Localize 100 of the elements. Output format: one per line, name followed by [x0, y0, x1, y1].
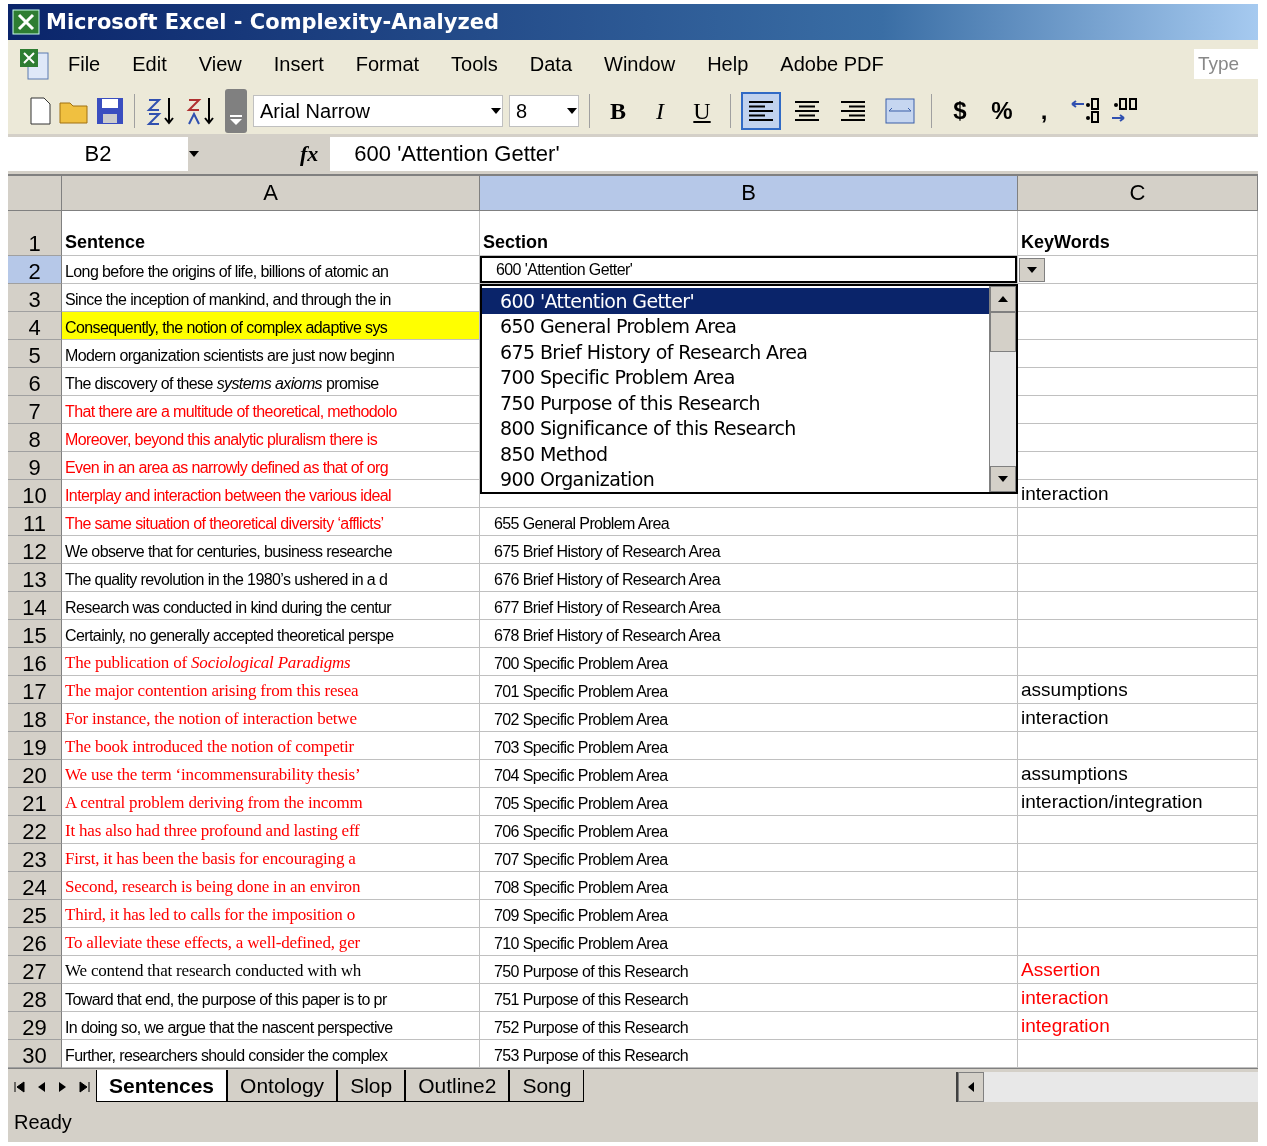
sheet-tab[interactable]: Ontology [227, 1070, 338, 1102]
sheet-tab[interactable]: Sentences [96, 1070, 228, 1102]
menu-item[interactable]: Insert [257, 52, 340, 76]
number-format-button[interactable]: , [1026, 92, 1062, 130]
format-button[interactable]: U [684, 92, 720, 130]
sheet-tab[interactable]: Slop [337, 1070, 406, 1102]
dropdown-option[interactable]: 600 'Attention Getter' [482, 288, 989, 314]
row-header[interactable]: 23 [8, 844, 62, 872]
format-button[interactable]: B [600, 92, 636, 130]
table-cell: Assertion [1018, 956, 1258, 984]
format-button[interactable]: I [642, 92, 678, 130]
spreadsheet-document-icon [18, 47, 52, 81]
table-cell: KeyWords [1018, 211, 1258, 256]
cell-text: Toward that end, the purpose of this paper is to pr [65, 991, 387, 1009]
cell-editor[interactable]: 600 'Attention Getter' [480, 256, 1017, 283]
cell-text: It has also had three profound and lasting eff [65, 821, 360, 841]
column-header[interactable]: A [62, 176, 480, 211]
cell-text: Since the inception of mankind, and through the in [65, 291, 391, 309]
menu-item[interactable]: Format [339, 52, 436, 76]
number-format-button[interactable]: % [984, 92, 1020, 130]
help-search-field[interactable]: Type [1194, 49, 1258, 79]
row-header[interactable]: 5 [8, 340, 62, 368]
merge-center-icon [885, 98, 915, 124]
table-cell: assumptions [1018, 760, 1258, 788]
row-header[interactable]: 13 [8, 564, 62, 592]
cell-text: Certainly, no generally accepted theoretical perspe [65, 627, 394, 645]
row-header[interactable]: 6 [8, 368, 62, 396]
menu-item[interactable]: Edit [116, 52, 183, 76]
row-header[interactable]: 14 [8, 592, 62, 620]
row-header[interactable]: 3 [8, 284, 62, 312]
menu-item[interactable]: View [182, 52, 258, 76]
row-header[interactable]: 30 [8, 1040, 62, 1068]
table-cell: 676 Brief History of Research Area [480, 564, 1018, 592]
toolbar-options-icon[interactable] [225, 89, 247, 133]
row-header[interactable]: 20 [8, 760, 62, 788]
cell-text: To alleviate these effects, a well-defined, ger [65, 933, 360, 953]
name-box[interactable]: B2 [8, 137, 188, 171]
row-header[interactable]: 2 [8, 256, 62, 284]
row-header[interactable]: 27 [8, 956, 62, 984]
row-header[interactable]: 15 [8, 620, 62, 648]
select-all-corner[interactable] [8, 176, 62, 211]
row-header[interactable]: 18 [8, 704, 62, 732]
sheet-tab[interactable]: Outline2 [405, 1070, 510, 1102]
cell-text: The same situation of theoretical diversity ‘afflicts’ [65, 515, 384, 533]
cell-text: Modern organization scientists are just now beginn [65, 347, 395, 365]
cell-text: In doing so, we argue that the nascent perspective [65, 1019, 393, 1037]
menu-item[interactable]: Data [513, 52, 589, 76]
row-header[interactable]: 25 [8, 900, 62, 928]
menu-item[interactable]: File [52, 52, 117, 76]
table-cell: 700 Specific Problem Area [480, 648, 1018, 676]
menu-item[interactable]: Adobe PDF [764, 52, 900, 76]
dropdown-button[interactable] [1019, 258, 1045, 282]
save-icon[interactable] [96, 97, 124, 125]
table-cell: 677 Brief History of Research Area [480, 592, 1018, 620]
row-header[interactable]: 4 [8, 312, 62, 340]
row-header[interactable]: 11 [8, 508, 62, 536]
cell-text: We contend that research conducted with wh [65, 961, 362, 981]
column-header[interactable]: B [480, 176, 1018, 211]
table-cell: 750 Purpose of this Research [480, 956, 1018, 984]
row-header[interactable]: 19 [8, 732, 62, 760]
row-header[interactable]: 21 [8, 788, 62, 816]
new-document-icon[interactable] [28, 97, 52, 125]
row-header[interactable]: 29 [8, 1012, 62, 1040]
menu-item[interactable]: Window [588, 52, 692, 76]
font-name-dropdown[interactable]: Arial Narrow [253, 95, 503, 127]
cell-text: For instance, the notion of interaction betwe [65, 709, 357, 729]
row-header[interactable]: 12 [8, 536, 62, 564]
row-header[interactable]: 17 [8, 676, 62, 704]
table-cell: integration [1018, 1012, 1258, 1040]
caret-icon [566, 106, 578, 116]
menu-item[interactable]: Tools [435, 52, 514, 76]
menu-item[interactable]: Help [691, 52, 765, 76]
number-format-button[interactable]: $ [942, 92, 978, 130]
font-size-dropdown[interactable]: 8 [509, 95, 579, 127]
row-header[interactable]: 7 [8, 396, 62, 424]
row-header[interactable]: 16 [8, 648, 62, 676]
caret-icon [490, 106, 502, 116]
cell-text: Interplay and interaction between the various ideal [65, 487, 392, 505]
row-header[interactable]: 10 [8, 480, 62, 508]
row-header[interactable]: 26 [8, 928, 62, 956]
cell-text: First, it has been the basis for encouraging a [65, 849, 356, 869]
table-cell: 752 Purpose of this Research [480, 1012, 1018, 1040]
row-header[interactable]: 1 [8, 211, 62, 256]
scroll-left-icon [967, 1081, 975, 1093]
function-label[interactable]: fx [300, 141, 319, 167]
alignment-button[interactable] [741, 92, 781, 130]
column-header[interactable]: C [1018, 176, 1258, 211]
formula-field[interactable]: 600 'Attention Getter' [330, 137, 1258, 171]
align-center-icon [793, 99, 821, 123]
cell-text: A central problem deriving from the incomm [65, 793, 363, 813]
row-header[interactable]: 9 [8, 452, 62, 480]
sheet-tab[interactable]: Song [509, 1070, 585, 1102]
table-cell: 678 Brief History of Research Area [480, 620, 1018, 648]
row-header[interactable]: 22 [8, 816, 62, 844]
row-header[interactable]: 24 [8, 872, 62, 900]
scrollbar-thumb[interactable] [990, 312, 1016, 352]
row-header[interactable]: 28 [8, 984, 62, 1012]
table-cell: 702 Specific Problem Area [480, 704, 1018, 732]
table-cell: interaction [1018, 704, 1258, 732]
row-header[interactable]: 8 [8, 424, 62, 452]
